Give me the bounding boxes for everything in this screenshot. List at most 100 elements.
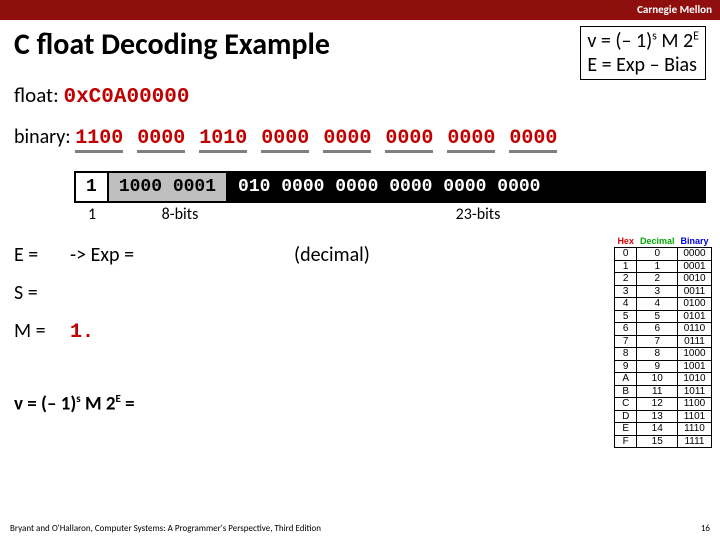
table-cell: 2 xyxy=(614,273,637,286)
table-cell: 5 xyxy=(614,310,637,323)
table-cell: 2 xyxy=(637,273,678,286)
table-cell: 7 xyxy=(637,335,678,348)
table-cell: 0011 xyxy=(677,285,711,298)
row-S: S = xyxy=(14,274,706,312)
table-row: E141110 xyxy=(614,423,711,436)
E-expr: -> Exp = xyxy=(70,236,134,274)
formula-line-1: v = (– 1)s M 2E xyxy=(587,29,699,53)
title-row: C float Decoding Example v = (– 1)s M 2E… xyxy=(14,26,706,80)
table-row: A101010 xyxy=(614,373,711,386)
table-cell: C xyxy=(614,398,637,411)
exponent-cell: 1000 0001 xyxy=(109,171,228,203)
table-row: 330011 xyxy=(614,285,711,298)
sign-bit-cell: 1 xyxy=(74,171,109,203)
binary-line: binary: 1100 0000 1010 0000 0000 0000 00… xyxy=(14,125,706,153)
float-line: float: 0xC0A00000 xyxy=(14,82,706,109)
table-row: 881000 xyxy=(614,348,711,361)
mant-width-label: 23-bits xyxy=(250,205,706,224)
S-label: S = xyxy=(14,274,70,312)
table-cell: 8 xyxy=(614,348,637,361)
table-cell: 10 xyxy=(637,373,678,386)
binary-nibble: 0000 xyxy=(385,127,433,153)
table-cell: 14 xyxy=(637,423,678,436)
table-cell: 6 xyxy=(637,323,678,336)
table-cell: 3 xyxy=(637,285,678,298)
table-row: 991001 xyxy=(614,360,711,373)
E-label: E = xyxy=(14,236,70,274)
table-row: C121100 xyxy=(614,398,711,411)
table-cell: 4 xyxy=(637,298,678,311)
hex-head-hex: Hex xyxy=(617,236,634,246)
value-line: v = (– 1)s M 2E = xyxy=(14,392,706,415)
table-cell: 0111 xyxy=(677,335,711,348)
table-cell: 1011 xyxy=(677,385,711,398)
table-cell: D xyxy=(614,410,637,423)
table-cell: 0100 xyxy=(677,298,711,311)
table-cell: 0110 xyxy=(677,323,711,336)
table-cell: 12 xyxy=(637,398,678,411)
table-cell: F xyxy=(614,435,637,448)
table-row: 440100 xyxy=(614,298,711,311)
table-cell: 0001 xyxy=(677,260,711,273)
table-cell: 3 xyxy=(614,285,637,298)
table-row: B111011 xyxy=(614,385,711,398)
binary-label: binary: xyxy=(14,125,75,149)
table-cell: B xyxy=(614,385,637,398)
table-cell: 1001 xyxy=(677,360,711,373)
slide-title: C float Decoding Example xyxy=(14,26,330,63)
binary-nibble: 0000 xyxy=(509,127,557,153)
hex-head-bin: Binary xyxy=(680,236,708,246)
float-label: float: xyxy=(14,82,63,108)
formula-sup-E: E xyxy=(693,29,699,43)
table-cell: 15 xyxy=(637,435,678,448)
table-cell: 5 xyxy=(637,310,678,323)
table-cell: 0 xyxy=(614,248,637,261)
table-cell: 0101 xyxy=(677,310,711,323)
hex-table-body: 0000001100012200103300114401005501016601… xyxy=(614,248,711,448)
table-cell: 0 xyxy=(637,248,678,261)
binary-nibble: 0000 xyxy=(261,127,309,153)
M-label: M = xyxy=(14,312,70,350)
hex-table-head: Hex Decimal Binary xyxy=(614,236,711,248)
formula-line-2: E = Exp – Bias xyxy=(587,53,699,77)
footer-page: 16 xyxy=(701,523,710,534)
footer: Bryant and O'Hallaron, Computer Systems:… xyxy=(10,523,710,534)
table-cell: 1110 xyxy=(677,423,711,436)
formula-text: M 2 xyxy=(657,29,693,53)
table-cell: 0000 xyxy=(677,248,711,261)
binary-nibble: 0000 xyxy=(323,127,371,153)
table-cell: A xyxy=(614,373,637,386)
table-row: 110001 xyxy=(614,260,711,273)
table-row: 660110 xyxy=(614,323,711,336)
bit-label-row: 1 8-bits 23-bits xyxy=(74,205,706,224)
hex-table: Hex Decimal Binary 000000110001220010330… xyxy=(614,236,712,448)
formula-text: v = (– 1) xyxy=(587,29,652,53)
table-cell: 7 xyxy=(614,335,637,348)
table-cell: 11 xyxy=(637,385,678,398)
body-values: E = -> Exp = (decimal) S = M = 1. xyxy=(14,236,706,352)
table-cell: 1 xyxy=(637,260,678,273)
org-label: Carnegie Mellon xyxy=(637,3,712,16)
table-row: F151111 xyxy=(614,435,711,448)
table-cell: 9 xyxy=(614,360,637,373)
row-M: M = 1. xyxy=(14,312,706,352)
table-cell: 1100 xyxy=(677,398,711,411)
val-text: = xyxy=(121,392,135,415)
binary-nibble: 0000 xyxy=(447,127,495,153)
float-value: 0xC0A00000 xyxy=(63,86,189,109)
table-cell: 4 xyxy=(614,298,637,311)
sign-width-label: 1 xyxy=(74,205,110,224)
binary-groups: 1100 0000 1010 0000 0000 0000 0000 0000 xyxy=(75,127,559,150)
formula-box: v = (– 1)s M 2E E = Exp – Bias xyxy=(580,26,706,80)
M-value: 1. xyxy=(70,314,94,352)
table-cell: 1 xyxy=(614,260,637,273)
hex-head-dec: Decimal xyxy=(640,236,675,246)
table-row: D131101 xyxy=(614,410,711,423)
footer-credit: Bryant and O'Hallaron, Computer Systems:… xyxy=(10,523,321,534)
table-cell: 9 xyxy=(637,360,678,373)
binary-nibble: 0000 xyxy=(137,127,185,153)
table-cell: 1010 xyxy=(677,373,711,386)
table-row: 550101 xyxy=(614,310,711,323)
table-cell: 8 xyxy=(637,348,678,361)
bit-row: 1 1000 0001 010 0000 0000 0000 0000 0000 xyxy=(74,171,706,203)
